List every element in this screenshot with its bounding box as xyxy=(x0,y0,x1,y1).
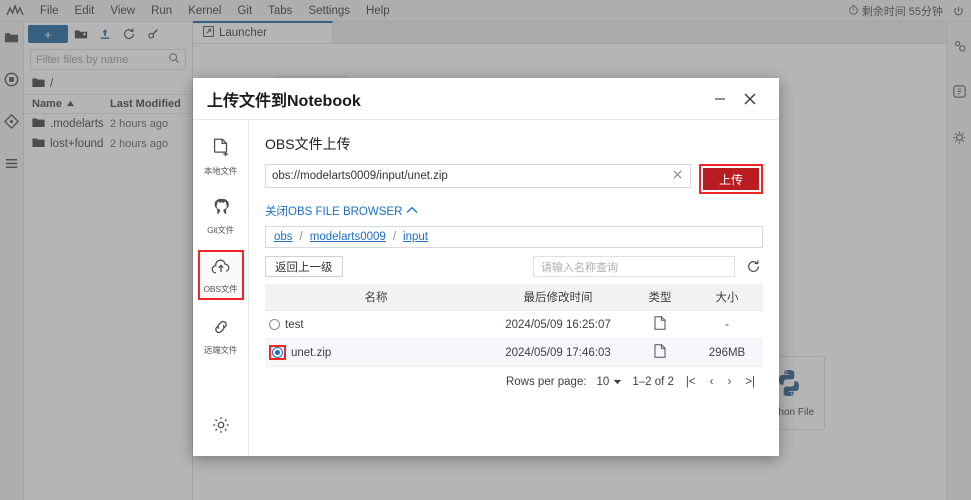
file-icon xyxy=(654,344,666,361)
upload-button-highlight: 上传 xyxy=(699,164,763,194)
row-name-label: unet.zip xyxy=(291,346,332,359)
source-tab-local[interactable]: 本地文件 xyxy=(198,132,244,180)
obs-upload-panel: OBS文件上传 obs://modelarts0009/input/unet.z… xyxy=(249,120,779,456)
row-size-label: 296MB xyxy=(691,338,763,367)
close-icon[interactable] xyxy=(735,84,765,114)
row-type-cell xyxy=(629,310,691,339)
toggle-obs-browser-link[interactable]: 关闭OBS FILE BROWSER xyxy=(265,203,763,219)
breadcrumb-bucket[interactable]: modelarts0009 xyxy=(310,231,386,243)
column-size: 大小 xyxy=(691,284,763,311)
obs-search-placeholder: 请输入名称查询 xyxy=(541,261,618,274)
rows-per-page-label: Rows per page: xyxy=(505,376,587,388)
obs-url-row: obs://modelarts0009/input/unet.zip 上传 xyxy=(265,164,763,194)
table-row[interactable]: test 2024/05/09 16:25:07 - xyxy=(265,310,763,339)
obs-controls-row: 返回上一级 请输入名称查询 xyxy=(265,256,763,277)
source-tab-obs[interactable]: OBS文件 xyxy=(197,250,244,300)
obs-url-value: obs://modelarts0009/input/unet.zip xyxy=(272,170,448,182)
app-root: File Edit View Run Kernel Git Tabs Setti… xyxy=(0,0,971,500)
breadcrumb-obs[interactable]: obs xyxy=(274,231,293,243)
first-page-button[interactable]: |< xyxy=(684,376,698,388)
caret-down-icon xyxy=(613,376,622,388)
dialog-source-nav: 本地文件 Git文件 OBS文件 远端文件 xyxy=(193,120,249,456)
row-name-wrap: test xyxy=(269,319,483,331)
table-row[interactable]: unet.zip 2024/05/09 17:46:03 296MB xyxy=(265,338,763,367)
pagination-range-label: 1–2 of 2 xyxy=(632,376,674,388)
toggle-obs-browser-label: 关闭OBS FILE BROWSER xyxy=(265,206,403,218)
upload-file-dialog: 上传文件到Notebook 本地文件 Git文件 OBS文件 远端文件 OBS文… xyxy=(193,78,779,456)
rows-per-page-value: 10 xyxy=(596,376,610,388)
source-tab-git[interactable]: Git文件 xyxy=(198,191,244,239)
section-title: OBS文件上传 xyxy=(265,136,351,152)
row-radio-highlight xyxy=(269,345,286,360)
obs-file-table: 名称 最后修改时间 类型 大小 test 2024/05/09 16:25:07… xyxy=(265,284,763,367)
dialog-header: 上传文件到Notebook xyxy=(193,78,779,120)
source-tab-git-label: Git文件 xyxy=(207,225,234,235)
row-name-cell: unet.zip xyxy=(265,338,487,367)
file-plus-icon xyxy=(210,137,232,162)
source-tab-obs-label: OBS文件 xyxy=(203,284,238,294)
rows-per-page-select[interactable]: 10 xyxy=(597,376,623,388)
row-name-label: test xyxy=(285,318,304,331)
row-modified-label: 2024/05/09 17:46:03 xyxy=(487,338,629,367)
obs-file-table-head: 名称 最后修改时间 类型 大小 xyxy=(265,284,763,311)
column-modified: 最后修改时间 xyxy=(487,284,629,311)
row-radio-unetzip[interactable] xyxy=(272,347,283,358)
minimize-icon[interactable] xyxy=(705,84,735,114)
obs-search-input[interactable]: 请输入名称查询 xyxy=(533,256,735,277)
clear-x-icon[interactable] xyxy=(667,168,684,184)
github-icon xyxy=(210,196,232,221)
table-pagination: Rows per page: 10 1–2 of 2 |< ‹ › >| xyxy=(265,367,763,388)
dialog-body: 本地文件 Git文件 OBS文件 远端文件 OBS文件上传 obs://mode… xyxy=(193,120,779,456)
row-type-cell xyxy=(629,338,691,367)
go-up-button[interactable]: 返回上一级 xyxy=(265,256,343,277)
row-name-cell: test xyxy=(265,310,487,339)
upload-button[interactable]: 上传 xyxy=(703,168,759,190)
column-type: 类型 xyxy=(629,284,691,311)
cloud-upload-icon xyxy=(210,257,232,280)
source-tab-remote-label: 远端文件 xyxy=(203,345,238,355)
row-size-label: - xyxy=(691,310,763,339)
table-header-row: 名称 最后修改时间 类型 大小 xyxy=(265,284,763,311)
row-modified-label: 2024/05/09 16:25:07 xyxy=(487,310,629,339)
dialog-title: 上传文件到Notebook xyxy=(207,92,361,110)
column-name: 名称 xyxy=(265,284,487,311)
next-page-button[interactable]: › xyxy=(725,376,733,388)
source-tab-local-label: 本地文件 xyxy=(203,166,238,176)
prev-page-button[interactable]: ‹ xyxy=(708,376,716,388)
link-icon xyxy=(210,316,232,341)
obs-breadcrumb: obs / modelarts0009 / input xyxy=(265,226,763,248)
obs-file-table-body: test 2024/05/09 16:25:07 - unet.zip 2024… xyxy=(265,310,763,367)
file-icon xyxy=(654,316,666,333)
source-tab-remote[interactable]: 远端文件 xyxy=(198,311,244,359)
breadcrumb-folder[interactable]: input xyxy=(403,231,428,243)
chevron-up-icon xyxy=(406,205,418,217)
row-name-wrap: unet.zip xyxy=(269,345,483,360)
obs-url-input[interactable]: obs://modelarts0009/input/unet.zip xyxy=(265,164,691,188)
breadcrumb-separator: / xyxy=(299,231,303,243)
last-page-button[interactable]: >| xyxy=(743,376,757,388)
row-radio-test[interactable] xyxy=(269,319,280,330)
breadcrumb-separator: / xyxy=(392,231,397,243)
refresh-icon[interactable] xyxy=(743,256,763,277)
gear-icon[interactable] xyxy=(211,415,231,438)
